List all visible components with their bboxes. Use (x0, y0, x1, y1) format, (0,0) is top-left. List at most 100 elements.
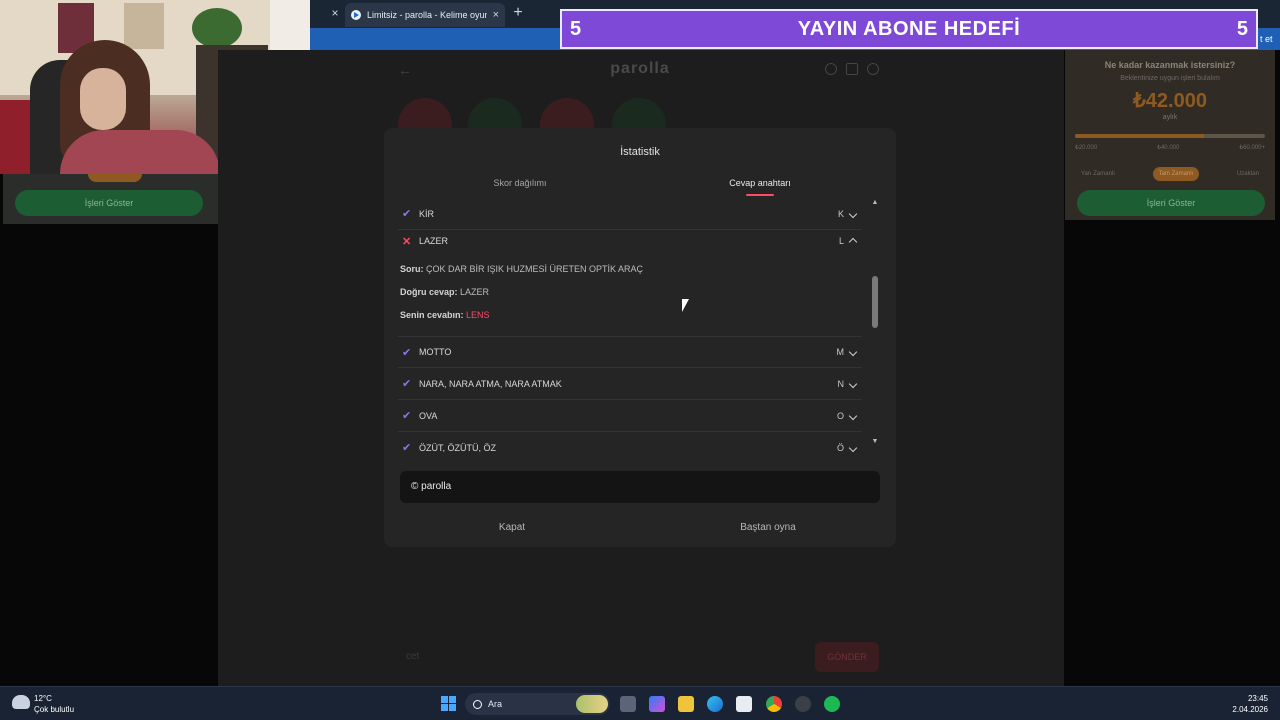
user-icon[interactable] (867, 63, 879, 75)
answer-letter: K (837, 208, 844, 219)
copyright-box: © parolla (400, 471, 880, 503)
search-icon (473, 699, 482, 709)
check-icon: ✔ (402, 410, 412, 422)
task-view-icon[interactable] (620, 696, 636, 712)
browser-tab-active[interactable]: Limitsiz - parolla - Kelime oyunu × (345, 3, 505, 27)
scrollbar-thumb[interactable] (872, 276, 878, 328)
check-icon: ✔ (402, 346, 412, 359)
question-text: ÇOK DAR BİR IŞIK HUZMESİ ÜRETEN OPTİK AR… (426, 264, 644, 274)
left-ad-button[interactable]: İşleri Göster (15, 190, 203, 216)
correct-answer-detail: Doğru cevap: LAZER (400, 287, 489, 297)
chevron-down-icon[interactable] (844, 347, 862, 357)
tab-answer-key[interactable]: Cevap anahtarı (700, 178, 820, 188)
chevron-down-icon[interactable] (844, 411, 862, 421)
clock-date[interactable]: 2.04.2026 (1200, 705, 1268, 714)
copilot-icon[interactable] (649, 696, 665, 712)
subscriber-goal-banner: 5 YAYIN ABONE HEDEFİ 5 (560, 9, 1258, 49)
tab-title: Limitsiz - parolla - Kelime oyunu (367, 10, 487, 20)
check-icon: ✔ (402, 208, 412, 220)
search-highlight-image (576, 695, 608, 713)
ad-amount: ₺42.000 (1133, 90, 1207, 112)
ad-question: Ne kadar kazanmak istersiniz? (1104, 60, 1236, 70)
play-icon (351, 10, 361, 20)
cloud-icon[interactable] (12, 695, 30, 709)
answer-row-m[interactable]: ✔ MOTTO M (398, 336, 862, 368)
corner-text: t et (1260, 34, 1273, 44)
edge-browser-icon[interactable] (707, 696, 723, 712)
stats-icon[interactable] (846, 63, 858, 75)
windows-start-icon[interactable] (441, 696, 456, 711)
ad-tick: ₺60.000+ (1239, 145, 1265, 151)
answer-word: ÖZÜT, ÖZÜTÜ, ÖZ (419, 442, 496, 453)
taskbar (0, 686, 1280, 720)
question-label: Soru: (400, 264, 424, 274)
chevron-up-icon[interactable] (844, 236, 862, 247)
answer-letter: L (838, 236, 844, 246)
store-icon[interactable] (736, 696, 752, 712)
close-button[interactable]: Kapat (452, 522, 572, 533)
cross-icon: ✕ (402, 235, 412, 248)
info-icon[interactable] (825, 63, 837, 75)
answer-row-o[interactable]: ✔ OVA O (398, 400, 862, 432)
your-answer-detail: Senin cevabın: LENS (400, 310, 490, 320)
answer-letter: N (837, 378, 845, 389)
answer-input[interactable]: cet (400, 642, 800, 672)
left-ad-accent (88, 174, 142, 182)
parolla-logo: parolla (610, 60, 670, 77)
ad-chip[interactable]: Uzaktan (1231, 167, 1265, 181)
tab-score-distribution[interactable]: Skor dağılımı (460, 178, 580, 188)
question-detail: Soru: ÇOK DAR BİR IŞIK HUZMESİ ÜRETEN OP… (400, 264, 643, 274)
ad-tick: ₺40.000 (1157, 145, 1180, 151)
ad-tick: ₺20.000 (1075, 145, 1098, 151)
chrome-icon[interactable] (766, 696, 782, 712)
back-arrow-icon[interactable]: ← (398, 62, 412, 78)
goal-count-left: 5 (570, 17, 582, 40)
answer-word: MOTTO (419, 347, 452, 357)
answer-letter: M (836, 347, 845, 357)
modal-title: İstatistik (620, 146, 660, 158)
spotify-icon[interactable] (824, 696, 840, 712)
answer-row-l[interactable]: ✕ LAZER L (398, 225, 862, 257)
correct-answer-text: LAZER (460, 287, 490, 297)
active-tab-indicator (746, 194, 774, 196)
goal-title: YAYIN ABONE HEDEFİ (797, 17, 1021, 40)
check-icon: ✔ (402, 378, 412, 390)
answer-word: KİR (419, 208, 435, 219)
ad-chip[interactable]: Yarı Zamanlı (1075, 167, 1121, 181)
ad-subtitle: Beklentinize uygun işleri bulalım (1120, 75, 1220, 82)
correct-answer-label: Doğru cevap: (400, 287, 458, 297)
chevron-down-icon[interactable] (844, 443, 862, 453)
answer-row-oe[interactable]: ✔ ÖZÜT, ÖZÜTÜ, ÖZ Ö (398, 432, 862, 452)
file-explorer-icon[interactable] (678, 696, 694, 712)
your-answer-text: LENS (466, 310, 490, 320)
your-answer-label: Senin cevabın: (400, 310, 464, 320)
clock-time[interactable]: 23:45 (1200, 694, 1268, 703)
new-tab-button[interactable]: + (510, 5, 526, 21)
answer-word: NARA, NARA ATMA, NARA ATMAK (419, 378, 562, 389)
right-ad-button[interactable]: İşleri Göster (1077, 190, 1265, 216)
mouse-cursor (682, 299, 689, 312)
answer-row-n[interactable]: ✔ NARA, NARA ATMA, NARA ATMAK N (398, 368, 862, 400)
chevron-down-icon[interactable] (844, 379, 862, 389)
scroll-down-arrow[interactable]: ▼ (871, 438, 879, 446)
ad-chip-selected[interactable]: Tam Zamanlı (1152, 167, 1200, 181)
answer-word: LAZER (419, 236, 449, 246)
check-icon: ✔ (402, 442, 412, 452)
restart-button[interactable]: Baştan oyna (708, 522, 828, 533)
chevron-down-icon[interactable] (844, 209, 862, 219)
close-tab-icon[interactable]: × (328, 6, 342, 20)
weather-description: Çok bulutlu (34, 705, 75, 714)
app-icon[interactable] (795, 696, 811, 712)
submit-button[interactable]: GÖNDER (815, 642, 879, 672)
search-label: Ara (488, 699, 503, 709)
answer-word: OVA (419, 410, 438, 421)
answer-letter: O (836, 410, 844, 421)
ad-salary-fill (1075, 134, 1205, 138)
weather-temperature: 12°C (34, 694, 52, 703)
scroll-up-arrow[interactable]: ▲ (871, 199, 879, 207)
close-tab-icon[interactable]: × (493, 9, 499, 21)
goal-count-right: 5 (1236, 17, 1248, 40)
answer-letter: Ö (836, 442, 844, 453)
ad-period: aylık (1162, 114, 1178, 121)
answer-list: ✔ KİR K ✕ LAZER L Soru: ÇOK DAR BİR IŞIK… (398, 198, 862, 452)
